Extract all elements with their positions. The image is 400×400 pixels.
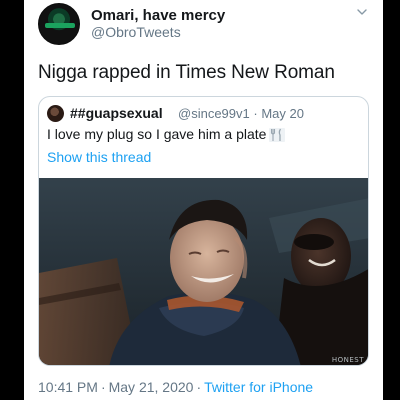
chevron-down-icon[interactable] [356,6,368,18]
author-avatar[interactable] [38,3,80,45]
quoted-author-avatar [47,105,64,122]
quoted-author-handle: @since99v1 [178,106,250,121]
video-watermark: HONEST [331,356,364,364]
tweet-timestamp: 10:41 PM · May 21, 2020 · Twitter for iPhone [38,379,313,395]
quoted-author-meta: @since99v1 · May 20 [178,106,304,121]
quoted-tweet-date: May 20 [261,106,304,121]
show-thread-link[interactable]: Show this thread [47,149,151,165]
quoted-tweet-video[interactable]: HONEST [39,178,368,365]
separator: · [196,379,202,395]
tweet-date: May 21, 2020 [108,379,194,395]
quoted-author-display-name: ##guapsexual [70,105,163,121]
video-frame-image [39,178,368,365]
author-display-name[interactable]: Omari, have mercy [91,7,225,24]
tweet-time: 10:41 PM [38,379,98,395]
tweet-card: Omari, have mercy @ObroTweets Nigga rapp… [24,0,383,400]
tweet-source-link[interactable]: Twitter for iPhone [204,379,313,395]
screenshot-frame: Omari, have mercy @ObroTweets Nigga rapp… [0,0,400,400]
quoted-tweet-text: I love my plug so I gave him a plate [47,126,267,142]
separator: · [100,379,106,395]
author-handle[interactable]: @ObroTweets [91,24,181,40]
tweet-text: Nigga rapped in Times New Roman [38,62,335,83]
quoted-tweet[interactable]: ##guapsexual @since99v1 · May 20 I love … [38,96,369,366]
fork-and-knife-icon [269,128,285,142]
